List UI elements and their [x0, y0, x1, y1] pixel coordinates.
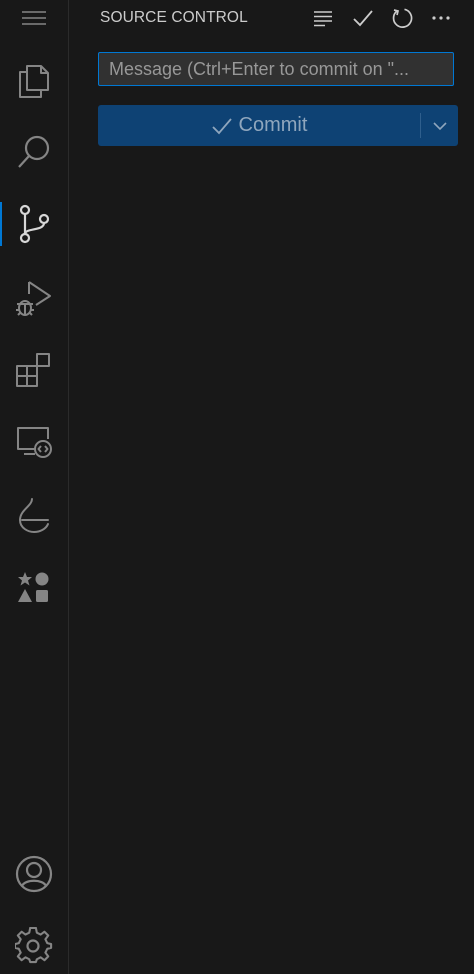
run-debug-icon — [16, 281, 51, 316]
account-icon — [15, 855, 53, 893]
explorer-icon — [19, 65, 49, 98]
activity-source-control[interactable] — [0, 198, 68, 250]
testing-icon — [19, 498, 49, 533]
refresh-button[interactable] — [387, 4, 417, 32]
activity-shapes[interactable] — [0, 562, 68, 614]
extensions-icon — [16, 353, 50, 387]
vscode-window: SOURCE CONTROL Message (Ctrl+Enter to co… — [0, 0, 474, 974]
activity-explorer[interactable] — [0, 54, 68, 106]
activity-run-debug[interactable] — [0, 272, 68, 324]
commit-options-dropdown[interactable] — [421, 105, 458, 146]
menu-icon — [22, 11, 46, 25]
check-icon — [211, 115, 233, 137]
view-as-tree-button[interactable] — [308, 4, 338, 32]
refresh-icon — [392, 8, 413, 28]
side-bar: SOURCE CONTROL Message (Ctrl+Enter to co… — [69, 0, 474, 974]
activity-remote-explorer[interactable] — [0, 416, 68, 468]
sidebar-header: SOURCE CONTROL — [69, 0, 474, 36]
remote-explorer-icon — [17, 427, 52, 458]
activity-search[interactable] — [0, 126, 68, 178]
search-icon — [18, 135, 50, 168]
commit-button[interactable]: Commit — [98, 105, 420, 146]
more-actions-icon — [432, 16, 450, 20]
activity-bar — [0, 0, 69, 974]
commit-button-group: Commit — [98, 105, 458, 146]
activity-manage[interactable] — [0, 920, 68, 972]
commit-message-input[interactable] — [98, 52, 454, 86]
activity-accounts[interactable] — [0, 848, 68, 900]
activity-extensions[interactable] — [0, 344, 68, 396]
source-control-icon — [19, 204, 50, 244]
view-as-tree-icon — [314, 11, 332, 27]
commit-check-icon — [353, 10, 373, 27]
commit-button-header[interactable] — [348, 4, 378, 32]
more-actions-button[interactable] — [426, 4, 456, 32]
commit-button-label: Commit — [238, 114, 308, 136]
sidebar-title: SOURCE CONTROL — [100, 9, 248, 26]
shapes-icon — [18, 572, 49, 602]
activity-testing[interactable] — [0, 490, 68, 542]
menu-button[interactable] — [0, 0, 68, 44]
settings-gear-icon — [15, 927, 53, 964]
chevron-down-icon — [432, 121, 447, 130]
